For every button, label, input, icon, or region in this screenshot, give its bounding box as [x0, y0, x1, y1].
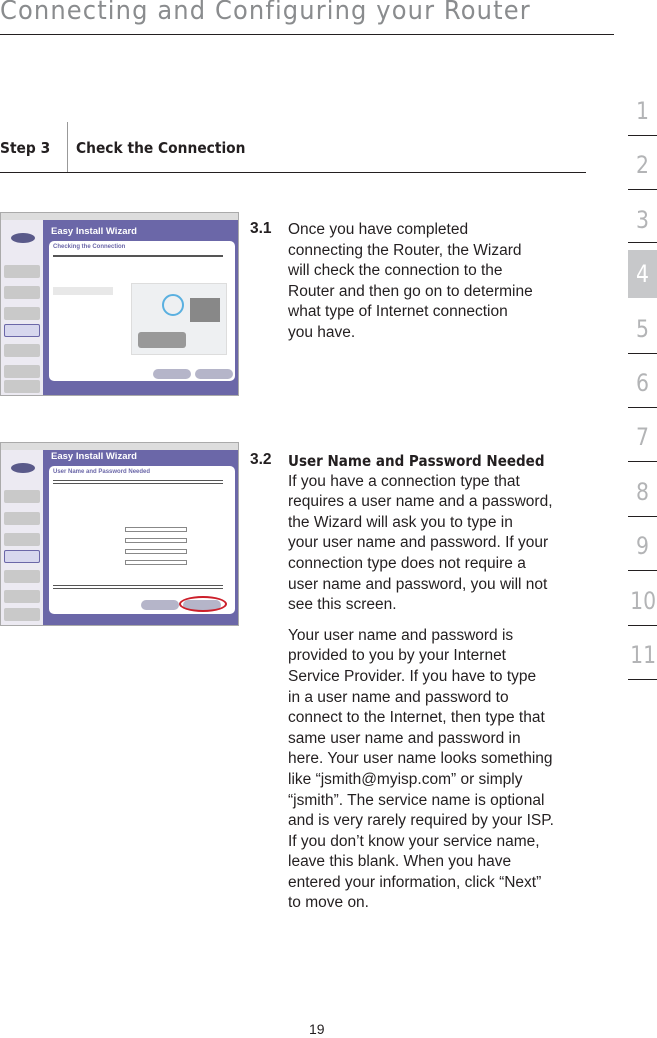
chapter-11[interactable]: 11 — [630, 641, 656, 669]
wizard-title: Easy Install Wizard — [51, 226, 137, 237]
chapter-divider — [628, 624, 657, 626]
router-illustration — [131, 283, 227, 355]
page-title: Connecting and Configuring your Router — [0, 0, 531, 26]
chapter-divider — [628, 189, 657, 191]
logo-icon — [11, 233, 35, 243]
chapter-9[interactable]: 9 — [630, 532, 655, 560]
chapter-10[interactable]: 10 — [630, 587, 656, 615]
chapter-3[interactable]: 3 — [630, 206, 655, 234]
chapter-2[interactable]: 2 — [630, 151, 655, 179]
step-label: Step 3 — [0, 139, 51, 157]
section-3-2-text: User Name and Password Needed If you hav… — [288, 451, 588, 914]
section-number: 3.1 — [250, 220, 272, 237]
next-button-highlight — [179, 596, 227, 612]
section-heading: User Name and Password Needed — [288, 452, 545, 470]
chapter-divider — [628, 570, 657, 572]
step-divider — [67, 122, 68, 172]
section-3-1-text: Once you have completed connecting the Ro… — [288, 221, 533, 341]
wizard-screenshot-checking-connection: Easy Install Wizard Checking the Connect… — [0, 212, 239, 396]
wizard-title: Easy Install Wizard — [51, 451, 137, 462]
chapter-divider — [628, 679, 657, 680]
page-number: 19 — [309, 1021, 325, 1037]
chapter-4[interactable]: 4 — [630, 260, 655, 288]
chapter-divider — [628, 241, 657, 243]
chapter-5[interactable]: 5 — [630, 315, 655, 343]
chapter-divider — [628, 407, 657, 408]
step-title: Check the Connection — [76, 139, 246, 157]
chapter-divider — [628, 352, 657, 354]
chapter-6[interactable]: 6 — [630, 369, 655, 397]
chapter-1[interactable]: 1 — [630, 97, 655, 125]
section-number: 3.2 — [250, 451, 272, 468]
wizard-screen-title: User Name and Password Needed — [53, 469, 151, 475]
chapter-divider — [628, 135, 657, 136]
logo-icon — [11, 463, 35, 473]
step-divider-rule — [0, 172, 586, 173]
chapter-divider — [628, 515, 657, 517]
chapter-8[interactable]: 8 — [630, 478, 655, 506]
chapter-7[interactable]: 7 — [630, 423, 655, 451]
wizard-screen-title: Checking the Connection — [53, 244, 126, 250]
title-divider — [0, 34, 614, 35]
chapter-divider — [628, 461, 657, 463]
wizard-screenshot-username-password: Easy Install Wizard User Name and Passwo… — [0, 442, 239, 626]
